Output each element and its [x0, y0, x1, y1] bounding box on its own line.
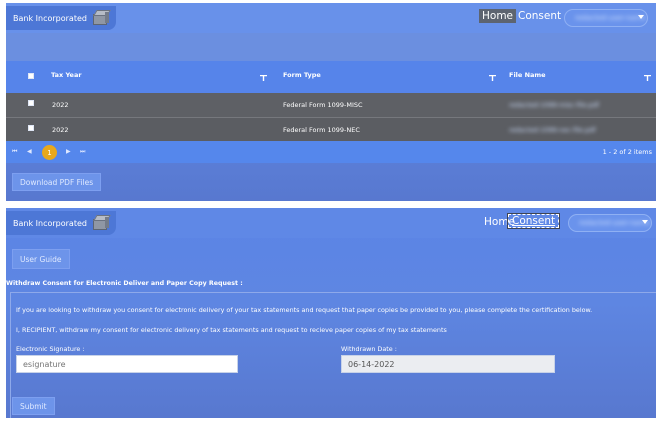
box-icon	[91, 214, 111, 232]
first-page-icon[interactable]: ⏮	[12, 148, 17, 156]
brand-name: Bank Incorporated	[13, 218, 87, 228]
grid-header: Tax Year Form Type File Name	[6, 61, 656, 93]
electronic-signature-input[interactable]	[16, 355, 238, 373]
form-type-cell: Federal Form 1099-MISC	[283, 101, 363, 109]
page-number-button[interactable]: 1	[42, 145, 57, 160]
pagination-bar: ⏮ ◀ 1 ▶ ⏭ 1 - 2 of 2 items	[6, 141, 656, 163]
consent-panel: Bank Incorporated Home Consent redacted-…	[6, 208, 656, 418]
user-menu-dropdown[interactable]: redacted-user-name	[568, 214, 652, 232]
filter-icon[interactable]	[489, 75, 496, 81]
row-checkbox[interactable]	[28, 100, 34, 106]
top-bar: Bank Incorporated Home Consent redacted-…	[6, 208, 656, 238]
consent-form: If you are looking to withdraw you conse…	[10, 292, 656, 418]
user-name: redacted-user-name	[575, 14, 646, 22]
row-checkbox[interactable]	[28, 125, 34, 131]
column-header-form-type[interactable]: Form Type	[283, 71, 321, 79]
column-header-file-name[interactable]: File Name	[509, 71, 546, 79]
form-type-cell: Federal Form 1099-NEC	[283, 126, 360, 134]
file-name-cell[interactable]: redacted-1099-misc-file.pdf	[509, 101, 599, 109]
next-page-icon[interactable]: ▶	[66, 148, 71, 155]
last-page-icon[interactable]: ⏭	[80, 148, 85, 156]
chevron-down-icon	[642, 220, 648, 224]
brand[interactable]: Bank Incorporated	[6, 211, 116, 235]
nav-consent-link[interactable]: Consent	[506, 213, 561, 229]
user-guide-button[interactable]: User Guide	[12, 249, 70, 269]
submit-button[interactable]: Submit	[12, 397, 55, 415]
nav-consent-link[interactable]: Consent	[518, 10, 561, 22]
previous-page-icon[interactable]: ◀	[27, 148, 32, 155]
top-bar: Bank Incorporated Home Consent redacted-…	[6, 3, 656, 33]
form-title: Withdraw Consent for Electronic Deliver …	[6, 280, 243, 287]
table-row[interactable]: 2022 Federal Form 1099-NEC redacted-1099…	[6, 117, 656, 141]
toolbar-area	[6, 33, 656, 61]
brand-name: Bank Incorporated	[13, 13, 87, 23]
column-header-tax-year[interactable]: Tax Year	[51, 71, 82, 79]
pagination-info: 1 - 2 of 2 items	[602, 148, 652, 156]
tax-year-cell: 2022	[52, 126, 69, 134]
nav-home-link[interactable]: Home	[479, 9, 517, 23]
files-panel: Bank Incorporated Home Consent redacted-…	[6, 3, 656, 201]
filter-icon[interactable]	[260, 75, 267, 81]
signature-label: Electronic Signature :	[16, 345, 85, 353]
user-menu-dropdown[interactable]: redacted-user-name	[564, 9, 648, 27]
form-intro-text: If you are looking to withdraw you conse…	[16, 306, 593, 314]
table-row[interactable]: 2022 Federal Form 1099-MISC redacted-109…	[6, 93, 656, 117]
tax-year-cell: 2022	[52, 101, 69, 109]
download-pdf-files-button[interactable]: Download PDF Files	[12, 173, 102, 191]
box-icon	[91, 9, 111, 27]
withdrawn-date-label: Withdrawn Date :	[341, 345, 397, 353]
brand[interactable]: Bank Incorporated	[6, 6, 116, 30]
chevron-down-icon	[638, 15, 644, 19]
select-all-checkbox[interactable]	[28, 73, 34, 79]
filter-icon[interactable]	[644, 75, 651, 81]
withdrawn-date-field	[341, 355, 555, 373]
file-name-cell[interactable]: redacted-1099-nec-file.pdf	[509, 126, 596, 134]
certification-text: I, RECIPIENT, withdraw my consent for el…	[16, 326, 447, 334]
user-name: redacted-user-name	[579, 219, 650, 227]
